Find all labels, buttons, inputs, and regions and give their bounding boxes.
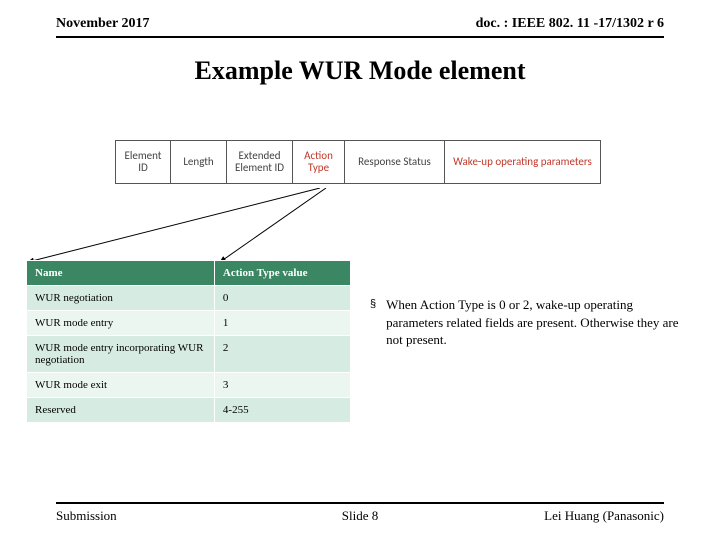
footer-slide-number: Slide 8 xyxy=(56,508,664,524)
header: November 2017 doc. : IEEE 802. 11 -17/13… xyxy=(56,16,664,38)
table-row: WUR mode entry1 xyxy=(27,311,351,336)
table-row: Reserved4-255 xyxy=(27,398,351,423)
table-cell-name: WUR negotiation xyxy=(27,286,215,311)
header-date: November 2017 xyxy=(56,16,149,32)
table-cell-value: 0 xyxy=(214,286,350,311)
diagram-field: Length xyxy=(171,140,227,184)
table-cell-value: 4-255 xyxy=(214,398,350,423)
table-row: WUR negotiation0 xyxy=(27,286,351,311)
table-cell-value: 2 xyxy=(214,336,350,373)
footer-rule xyxy=(56,502,664,504)
slide: November 2017 doc. : IEEE 802. 11 -17/13… xyxy=(0,0,720,540)
table-cell-value: 1 xyxy=(214,311,350,336)
table-row: WUR mode exit3 xyxy=(27,373,351,398)
diagram-field: Extended Element ID xyxy=(227,140,293,184)
bullet-text: When Action Type is 0 or 2, wake-up oper… xyxy=(386,296,690,349)
note-bullet: § When Action Type is 0 or 2, wake-up op… xyxy=(370,296,690,349)
header-rule xyxy=(56,36,664,38)
table-header-value: Action Type value xyxy=(214,261,350,286)
diagram-arrows xyxy=(0,188,720,268)
table-header-name: Name xyxy=(27,261,215,286)
action-type-table: Name Action Type value WUR negotiation0W… xyxy=(26,260,351,423)
table-cell-name: Reserved xyxy=(27,398,215,423)
footer: Submission Slide 8 Lei Huang (Panasonic) xyxy=(56,502,664,524)
diagram-field: Wake-up operating parameters xyxy=(445,140,601,184)
diagram-field: Action Type xyxy=(293,140,345,184)
diagram-field: Element ID xyxy=(115,140,171,184)
table-header-row: Name Action Type value xyxy=(27,261,351,286)
header-doc-id: doc. : IEEE 802. 11 -17/1302 r 6 xyxy=(476,16,664,32)
table-cell-value: 3 xyxy=(214,373,350,398)
element-format-diagram: Element IDLengthExtended Element IDActio… xyxy=(115,140,605,184)
bullet-icon: § xyxy=(370,298,376,349)
diagram-field: Response Status xyxy=(345,140,445,184)
table-cell-name: WUR mode exit xyxy=(27,373,215,398)
table-cell-name: WUR mode entry xyxy=(27,311,215,336)
page-title: Example WUR Mode element xyxy=(0,56,720,86)
table-cell-name: WUR mode entry incorporating WUR negotia… xyxy=(27,336,215,373)
table-row: WUR mode entry incorporating WUR negotia… xyxy=(27,336,351,373)
